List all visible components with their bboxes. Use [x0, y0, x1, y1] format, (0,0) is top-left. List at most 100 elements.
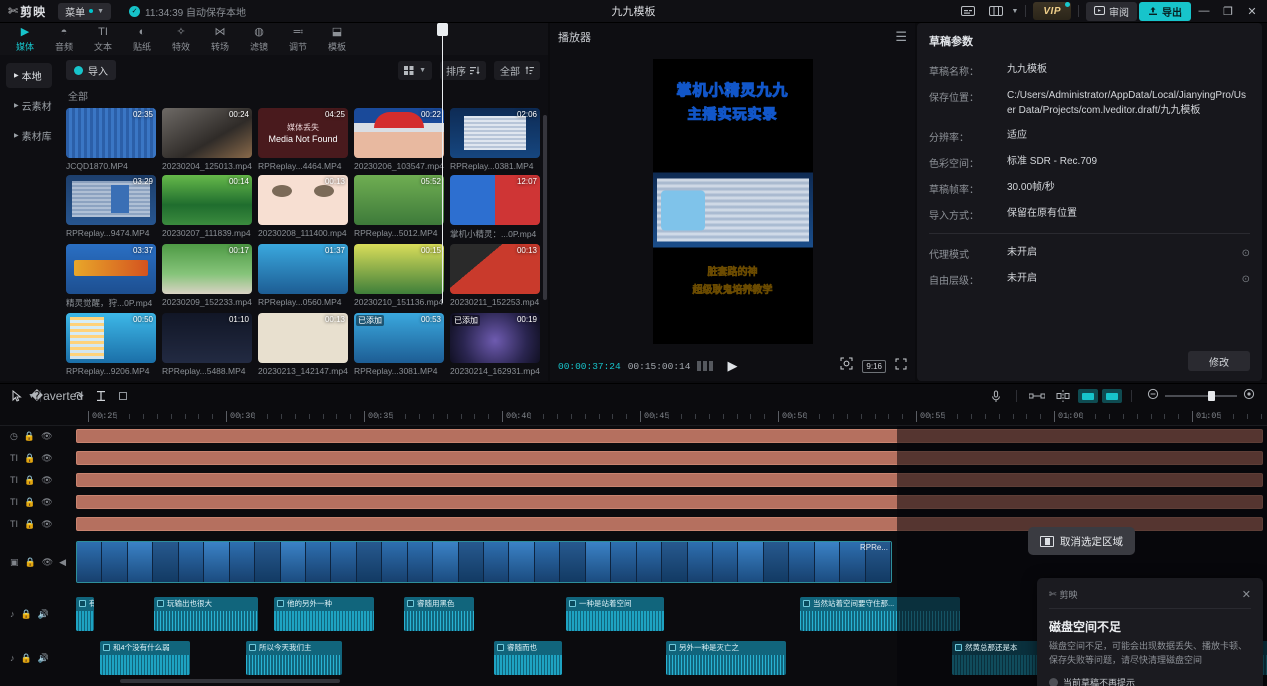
zoom-out-icon[interactable] — [1147, 387, 1159, 405]
lock-icon[interactable]: 🔒 — [24, 431, 35, 442]
tab-filter[interactable]: ◍ 滤镜 — [240, 24, 278, 54]
lock-icon[interactable]: 🔒 — [21, 609, 32, 620]
media-thumbnail[interactable]: 01:10 — [162, 313, 252, 363]
media-item[interactable]: 03:37 精灵觉醒，狩...0P.mp4 — [66, 244, 156, 309]
media-thumbnail[interactable]: 03:37 — [66, 244, 156, 294]
playhead[interactable] — [437, 23, 448, 303]
audio-clip[interactable]: 和4个没有什么弱 — [100, 641, 190, 675]
player-menu-icon[interactable]: ☰ — [895, 29, 907, 45]
lock-icon[interactable]: 🔒 — [24, 519, 35, 530]
zoom-in-icon[interactable] — [1243, 387, 1255, 405]
media-item[interactable]: 已添加 00:53 RPReplay...3081.MP4 — [354, 313, 444, 376]
eye-icon[interactable]: 👁 — [41, 497, 52, 508]
zoom-track[interactable] — [1165, 391, 1237, 401]
mirror-toggle[interactable] — [1102, 389, 1122, 403]
media-thumbnail[interactable]: 00:17 — [162, 244, 252, 294]
close-button[interactable]: ✕ — [1241, 0, 1263, 23]
quality-bars-icon[interactable] — [697, 361, 714, 371]
help-icon[interactable]: ⊙ — [1242, 274, 1250, 285]
minimize-button[interactable]: — — [1193, 0, 1215, 23]
export-button[interactable]: 导出 — [1139, 1, 1191, 21]
media-scrollbar[interactable] — [543, 115, 547, 300]
tab-effects[interactable]: ✧ 特效 — [162, 24, 200, 54]
media-item[interactable]: 00:22 20230206_103547.mp4 — [354, 108, 444, 171]
video-clip[interactable]: RPRe... — [76, 541, 892, 583]
tab-transition[interactable]: ⋈ 转场 — [201, 24, 239, 54]
layout-toggle-button[interactable]: ▼ — [398, 60, 432, 80]
lock-icon[interactable]: 🔒 — [24, 497, 35, 508]
toast-checkbox[interactable] — [1049, 677, 1058, 686]
review-button[interactable]: 审阅 — [1086, 1, 1137, 21]
lock-icon[interactable]: 🔒 — [25, 557, 36, 568]
lock-icon[interactable]: 🔒 — [24, 453, 35, 464]
media-item[interactable]: 00:50 RPReplay...9206.MP4 — [66, 313, 156, 376]
media-source-1[interactable]: ▶ 云素材 — [6, 93, 52, 118]
media-thumbnail[interactable]: 媒体丢失 Media Not Found 04:25 — [258, 108, 348, 158]
media-thumbnail[interactable]: 00:24 — [162, 108, 252, 158]
focus-icon[interactable] — [840, 357, 853, 375]
media-item[interactable]: 00:17 20230209_152233.mp4 — [162, 244, 252, 309]
media-thumbnail[interactable]: 00:15 — [354, 244, 444, 294]
media-thumbnail[interactable]: 00:22 — [354, 108, 444, 158]
media-item[interactable]: 00:14 20230207_111839.mp4 — [162, 175, 252, 240]
draft-param-option[interactable]: 自由层级： 未开启 ⊙ — [929, 272, 1250, 287]
select-tool-icon[interactable] — [6, 386, 28, 406]
cancel-selection-button[interactable]: 取消选定区域 — [1028, 527, 1135, 555]
media-thumbnail[interactable]: 00:13 — [258, 175, 348, 225]
toast-close-button[interactable]: ✕ — [1242, 588, 1251, 601]
mute-icon[interactable]: ◀ — [59, 557, 66, 568]
play-button[interactable]: ▶ — [728, 358, 738, 374]
import-button[interactable]: 导入 — [66, 60, 116, 80]
audio-clip[interactable]: 另外一种是灭亡之 — [666, 641, 786, 675]
media-item[interactable]: 02:06 RPReplay...0381.MP4 — [450, 108, 540, 171]
audio-clip[interactable]: 一种是站着空间 — [566, 597, 664, 631]
tab-text[interactable]: TI 文本 — [84, 24, 122, 54]
volume-icon[interactable]: 🔊 — [38, 653, 49, 664]
maximize-button[interactable]: ❐ — [1217, 0, 1239, 23]
media-item[interactable]: 05:52 RPReplay...5012.MP4 — [354, 175, 444, 240]
link-clips-icon[interactable] — [1026, 386, 1048, 406]
layout-icon[interactable] — [983, 0, 1009, 22]
audio-clip[interactable]: 睿随用黑色 — [404, 597, 474, 631]
media-thumbnail[interactable]: 00:14 — [162, 175, 252, 225]
media-item[interactable]: 00:15 20230210_151136.mp4 — [354, 244, 444, 309]
media-item[interactable]: 03:29 RPReplay...9474.MP4 — [66, 175, 156, 240]
media-source-0[interactable]: ▶ 本地 — [6, 63, 52, 88]
media-item[interactable]: 02:35 JCQD1870.MP4 — [66, 108, 156, 171]
undo-icon[interactable]: �averted — [31, 386, 83, 406]
preview-canvas[interactable]: 掌机小精灵九九 主播实玩实录 脏套路的神 超级耿鬼培养教学 — [652, 58, 813, 344]
tab-template[interactable]: ⬓ 模板 — [318, 24, 356, 54]
zoom-knob[interactable] — [1208, 391, 1216, 401]
eye-icon[interactable]: 👁 — [41, 519, 52, 530]
aspect-ratio-button[interactable]: 9:16 — [862, 359, 886, 373]
microphone-icon[interactable] — [985, 386, 1007, 406]
media-thumbnail[interactable]: 02:06 — [450, 108, 540, 158]
subtitle-icon[interactable] — [955, 0, 981, 22]
volume-icon[interactable]: 🔊 — [38, 609, 49, 620]
audio-clip[interactable]: 所以今天我们主 — [246, 641, 342, 675]
media-item[interactable]: 00:13 20230208_111400.mp4 — [258, 175, 348, 240]
media-item[interactable]: 媒体丢失 Media Not Found 04:25 RPReplay...4464.… — [258, 108, 348, 171]
media-source-2[interactable]: ▶ 素材库 — [6, 123, 52, 148]
auto-snap-toggle[interactable] — [1078, 389, 1098, 403]
eye-icon[interactable]: 👁 — [42, 557, 53, 568]
timeline-zoom-slider[interactable] — [1147, 387, 1255, 405]
media-thumbnail[interactable]: 00:50 — [66, 313, 156, 363]
media-thumbnail[interactable]: 00:13 — [258, 313, 348, 363]
tab-media[interactable]: ▶ 媒体 — [6, 24, 44, 54]
menu-button[interactable]: 菜单 ▼ — [58, 2, 112, 20]
help-icon[interactable]: ⊙ — [1242, 248, 1250, 259]
tab-adjust[interactable]: ≕ 调节 — [279, 24, 317, 54]
split-icon[interactable] — [90, 386, 112, 406]
eye-icon[interactable]: 👁 — [41, 475, 52, 486]
audio-clip[interactable]: 玩输出也很大 — [154, 597, 258, 631]
media-thumbnail[interactable]: 03:29 — [66, 175, 156, 225]
audio-clip[interactable]: 睿随而也 — [494, 641, 562, 675]
audio-clip[interactable]: 他的另外一种 — [274, 597, 374, 631]
timeline-horizontal-scrollbar[interactable] — [120, 679, 340, 683]
media-thumbnail[interactable]: 已添加 00:53 — [354, 313, 444, 363]
draft-param-option[interactable]: 代理模式 未开启 ⊙ — [929, 246, 1250, 261]
layout-chevron-icon[interactable]: ▼ — [1011, 8, 1018, 15]
media-thumbnail[interactable]: 01:37 — [258, 244, 348, 294]
media-item[interactable]: 已添加 00:19 20230214_162931.mp4 — [450, 313, 540, 376]
